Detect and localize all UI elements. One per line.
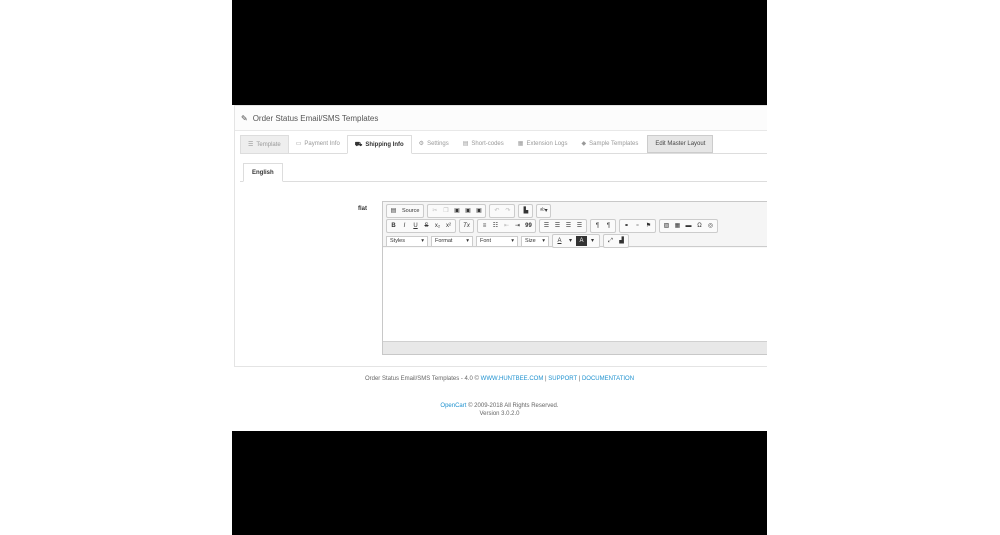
styles-select[interactable]: Styles ▾ [386, 235, 428, 247]
unlink-icon[interactable]: ⚭ [632, 221, 643, 231]
indent-icon[interactable]: ⇥ [512, 221, 523, 231]
tab-sample-templates[interactable]: ◆ Sample Templates [574, 135, 645, 153]
paste-word-icon[interactable]: ▣ [473, 206, 484, 216]
ltr-icon[interactable]: ¶ [592, 221, 603, 231]
pencil-icon: ✎ [241, 113, 248, 123]
tab-language-english[interactable]: English [243, 163, 283, 182]
section-tabs: ☰ Template ▭ Payment Info ⛟ Shipping Inf… [240, 135, 767, 154]
font-select[interactable]: Font ▾ [476, 235, 518, 247]
justify-icon[interactable]: ☰ [574, 221, 585, 231]
documentation-link[interactable]: DOCUMENTATION [582, 376, 634, 382]
footer-extension-info: Order Status Email/SMS Templates - 4.0 ©… [364, 376, 635, 382]
credit-card-icon: ▭ [295, 141, 302, 147]
italic-button[interactable]: I [399, 221, 410, 231]
chevron-down-icon: ▾ [511, 238, 514, 244]
toolbar-row-3: Styles ▾ Format ▾ Font ▾ Size ▾ A ▾ A ▾ … [386, 234, 767, 248]
support-link[interactable]: SUPPORT [548, 376, 577, 382]
rtl-icon[interactable]: ¶ [603, 221, 614, 231]
bg-color-button[interactable]: A [576, 236, 587, 246]
toolbar-row-1: ▤ Source ✂ ❐ ▣ ▣ ▣ ↶ ↷ ▙ ᵃᵇ▾ [386, 204, 767, 218]
undo-icon[interactable]: ↶ [491, 206, 502, 216]
tab-shipping-info[interactable]: ⛟ Shipping Info [346, 135, 412, 154]
source-icon: ▤ [390, 208, 397, 214]
anchor-flag-icon[interactable]: ⚑ [643, 221, 654, 231]
tab-extension-logs[interactable]: ▦ Extension Logs [511, 135, 575, 153]
app-screen: ✎ Order Status Email/SMS Templates ☰ Tem… [232, 105, 767, 431]
paste-text-icon[interactable]: ▣ [462, 206, 473, 216]
chevron-down-icon: ▾ [542, 238, 545, 244]
language-tabs: English [240, 163, 767, 182]
strike-button[interactable]: S [421, 221, 432, 231]
align-center-icon[interactable]: ☰ [552, 221, 563, 231]
paste-icon[interactable]: ▣ [451, 206, 462, 216]
book-icon: ▤ [462, 141, 469, 147]
left-margin [0, 0, 232, 535]
tab-payment-info[interactable]: ▭ Payment Info [289, 135, 347, 153]
toolbar-row-2: B I U S x₂ x² Tx ≡ ☷ ⇤ ⇥ 99 ☰ ☰ ☰ ☰ ¶ ¶ … [386, 219, 767, 233]
spellcheck-icon[interactable]: ᵃᵇ▾ [538, 206, 549, 216]
calendar-icon: ▦ [517, 141, 524, 147]
underline-button[interactable]: U [410, 221, 421, 231]
opencart-link[interactable]: OpenCart [440, 403, 466, 409]
truck-icon: ⛟ [354, 141, 363, 148]
field-label: flat [358, 206, 367, 212]
align-right-icon[interactable]: ☰ [563, 221, 574, 231]
link-icon[interactable]: ⚭ [621, 221, 632, 231]
list-icon: ☰ [248, 141, 254, 148]
subscript-button[interactable]: x₂ [432, 221, 443, 231]
bottom-letterbox [232, 431, 767, 535]
cut-icon[interactable]: ✂ [429, 206, 440, 216]
maximize-icon[interactable]: ⤢ [605, 236, 616, 246]
huntbee-link[interactable]: WWW.HUNTBEE.COM [481, 376, 544, 382]
editor-content-area[interactable] [383, 248, 767, 342]
tab-template[interactable]: ☰ Template [240, 135, 289, 153]
redo-icon[interactable]: ↷ [502, 206, 513, 216]
top-letterbox [232, 0, 767, 105]
bold-button[interactable]: B [388, 221, 399, 231]
tag-icon: ◆ [581, 141, 587, 147]
chevron-down-icon: ▾ [590, 238, 594, 244]
remove-format-button[interactable]: Tx [461, 221, 472, 231]
chevron-down-icon: ▾ [466, 238, 469, 244]
edit-master-layout-button[interactable]: Edit Master Layout [647, 135, 714, 153]
text-color-button[interactable]: A [554, 236, 565, 246]
version-text: Version 3.0.2.0 [479, 411, 520, 417]
find-icon[interactable]: ▙ [520, 206, 531, 216]
bulleted-list-icon[interactable]: ☷ [490, 221, 501, 231]
size-select[interactable]: Size ▾ [521, 235, 549, 247]
chevron-down-icon: ▾ [568, 238, 572, 244]
panel-heading: ✎ Order Status Email/SMS Templates [235, 106, 767, 131]
tab-settings[interactable]: ⚙ Settings [412, 135, 456, 153]
right-margin [767, 0, 1000, 535]
gears-icon: ⚙ [418, 141, 425, 147]
panel-title: Order Status Email/SMS Templates [252, 113, 379, 123]
template-panel: ✎ Order Status Email/SMS Templates ☰ Tem… [234, 105, 767, 367]
editor-toolbar: ▤ Source ✂ ❐ ▣ ▣ ▣ ↶ ↷ ▙ ᵃᵇ▾ B I U S x₂ … [383, 202, 767, 248]
editor-status-bar [383, 341, 767, 354]
special-char-button[interactable]: Ω [694, 221, 705, 231]
horizontal-rule-icon[interactable]: ▬ [683, 221, 694, 231]
source-button[interactable]: Source [399, 206, 422, 216]
blockquote-button[interactable]: 99 [523, 221, 534, 231]
copy-icon[interactable]: ❐ [440, 206, 451, 216]
iframe-icon[interactable]: ◎ [705, 221, 716, 231]
footer-copyright: OpenCart © 2009-2018 All Rights Reserved… [232, 402, 767, 418]
show-blocks-icon[interactable]: ▟ [616, 236, 627, 246]
outdent-icon[interactable]: ⇤ [501, 221, 512, 231]
numbered-list-icon[interactable]: ≡ [479, 221, 490, 231]
align-left-icon[interactable]: ☰ [541, 221, 552, 231]
rich-text-editor: ▤ Source ✂ ❐ ▣ ▣ ▣ ↶ ↷ ▙ ᵃᵇ▾ B I U S x₂ … [382, 201, 767, 355]
superscript-button[interactable]: x² [443, 221, 454, 231]
table-icon[interactable]: ▦ [672, 221, 683, 231]
tab-short-codes[interactable]: ▤ Short-codes [456, 135, 511, 153]
image-icon[interactable]: ▨ [661, 221, 672, 231]
format-select[interactable]: Format ▾ [431, 235, 473, 247]
chevron-down-icon: ▾ [421, 238, 424, 244]
